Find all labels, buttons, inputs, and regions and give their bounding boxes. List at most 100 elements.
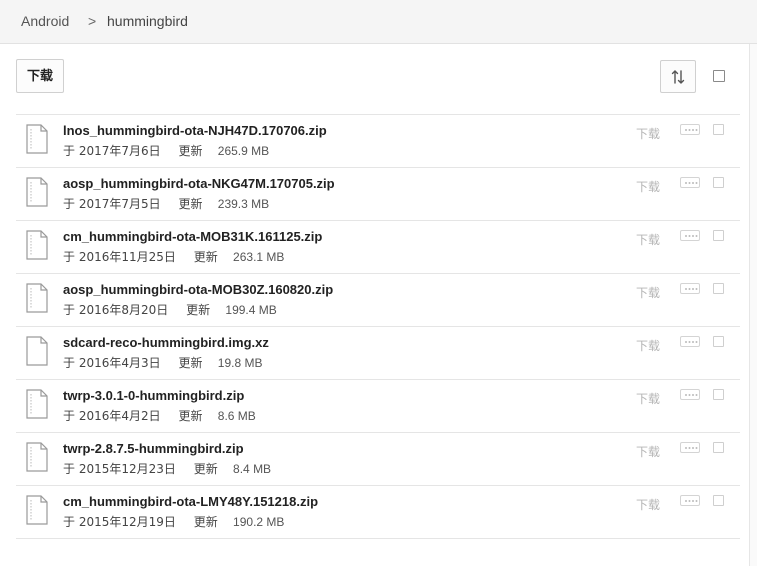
meta-prefix: 于 <box>63 515 76 529</box>
meta-suffix: 更新 <box>193 250 218 264</box>
file-row[interactable]: aosp_hummingbird-ota-NKG47M.170705.zip 于… <box>16 168 740 221</box>
row-more-button[interactable] <box>680 124 700 135</box>
row-checkbox[interactable] <box>713 283 724 294</box>
row-checkbox[interactable] <box>713 124 724 135</box>
file-icon <box>26 389 48 419</box>
meta-suffix: 更新 <box>178 409 203 423</box>
meta-suffix: 更新 <box>193 515 218 529</box>
row-checkbox[interactable] <box>713 336 724 347</box>
file-name-link[interactable]: aosp_hummingbird-ota-MOB30Z.160820.zip <box>63 282 333 297</box>
file-row[interactable]: cm_hummingbird-ota-LMY48Y.151218.zip 于 2… <box>16 486 740 539</box>
meta-suffix: 更新 <box>193 462 218 476</box>
file-meta: 于 2017年7月6日 更新 265.9 MB <box>63 142 269 159</box>
file-meta: 于 2016年11月25日 更新 263.1 MB <box>63 248 284 265</box>
file-meta: 于 2015年12月19日 更新 190.2 MB <box>63 513 284 530</box>
sort-icon <box>671 70 685 84</box>
file-browser-page: Android > hummingbird 下载 lnos_hummingbir… <box>0 0 757 566</box>
row-download-button[interactable]: 下载 <box>636 284 660 301</box>
row-download-button[interactable]: 下载 <box>636 231 660 248</box>
file-date: 2016年4月3日 <box>78 356 161 370</box>
row-more-button[interactable] <box>680 495 700 506</box>
file-size: 8.6 MB <box>217 409 256 423</box>
meta-prefix: 于 <box>63 250 76 264</box>
file-icon <box>26 283 48 313</box>
file-row[interactable]: twrp-3.0.1-0-hummingbird.zip 于 2016年4月2日… <box>16 380 740 433</box>
more-icon <box>685 341 698 343</box>
file-icon <box>26 442 48 472</box>
meta-prefix: 于 <box>63 303 76 317</box>
file-date: 2017年7月6日 <box>78 144 161 158</box>
file-row[interactable]: aosp_hummingbird-ota-MOB30Z.160820.zip 于… <box>16 274 740 327</box>
file-row[interactable]: lnos_hummingbird-ota-NJH47D.170706.zip 于… <box>16 115 740 168</box>
row-more-button[interactable] <box>680 177 700 188</box>
file-list: lnos_hummingbird-ota-NJH47D.170706.zip 于… <box>16 114 740 539</box>
sort-button[interactable] <box>660 60 696 93</box>
meta-suffix: 更新 <box>178 356 203 370</box>
file-name-link[interactable]: aosp_hummingbird-ota-NKG47M.170705.zip <box>63 176 335 191</box>
scrollbar-track[interactable] <box>749 44 757 566</box>
row-more-button[interactable] <box>680 283 700 294</box>
file-size: 263.1 MB <box>233 250 285 264</box>
file-meta: 于 2016年4月2日 更新 8.6 MB <box>63 407 256 424</box>
more-icon <box>685 394 698 396</box>
breadcrumb-current: hummingbird <box>107 13 188 29</box>
meta-prefix: 于 <box>63 197 76 211</box>
file-icon <box>26 177 48 207</box>
file-date: 2016年8月20日 <box>78 303 169 317</box>
row-checkbox[interactable] <box>713 442 724 453</box>
file-name-link[interactable]: cm_hummingbird-ota-LMY48Y.151218.zip <box>63 494 318 509</box>
file-size: 265.9 MB <box>217 144 270 158</box>
file-date: 2016年11月25日 <box>78 250 176 264</box>
more-icon <box>685 288 698 290</box>
meta-prefix: 于 <box>63 409 76 423</box>
row-more-button[interactable] <box>680 442 700 453</box>
file-meta: 于 2016年8月20日 更新 199.4 MB <box>63 301 277 318</box>
file-meta: 于 2017年7月5日 更新 239.3 MB <box>63 195 269 212</box>
row-checkbox[interactable] <box>713 495 724 506</box>
file-size: 8.4 MB <box>233 462 272 476</box>
file-row[interactable]: twrp-2.8.7.5-hummingbird.zip 于 2015年12月2… <box>16 433 740 486</box>
row-download-button[interactable]: 下载 <box>636 496 660 513</box>
row-download-button[interactable]: 下载 <box>636 390 660 407</box>
row-download-button[interactable]: 下载 <box>636 443 660 460</box>
file-size: 19.8 MB <box>217 356 263 370</box>
breadcrumb: Android > hummingbird <box>0 0 757 44</box>
row-checkbox[interactable] <box>713 230 724 241</box>
file-date: 2016年4月2日 <box>78 409 161 423</box>
meta-prefix: 于 <box>63 462 76 476</box>
file-icon <box>26 230 48 260</box>
file-name-link[interactable]: lnos_hummingbird-ota-NJH47D.170706.zip <box>63 123 327 138</box>
meta-prefix: 于 <box>63 144 76 158</box>
file-row[interactable]: sdcard-reco-hummingbird.img.xz 于 2016年4月… <box>16 327 740 380</box>
file-size: 239.3 MB <box>217 197 270 211</box>
file-size: 190.2 MB <box>233 515 285 529</box>
file-size: 199.4 MB <box>225 303 277 317</box>
file-meta: 于 2015年12月23日 更新 8.4 MB <box>63 460 271 477</box>
breadcrumb-root-link[interactable]: Android <box>21 13 69 29</box>
row-download-button[interactable]: 下载 <box>636 178 660 195</box>
file-icon <box>26 124 48 154</box>
more-icon <box>685 235 698 237</box>
file-name-link[interactable]: twrp-3.0.1-0-hummingbird.zip <box>63 388 244 403</box>
row-checkbox[interactable] <box>713 177 724 188</box>
file-name-link[interactable]: sdcard-reco-hummingbird.img.xz <box>63 335 269 350</box>
row-download-button[interactable]: 下载 <box>636 125 660 142</box>
file-row[interactable]: cm_hummingbird-ota-MOB31K.161125.zip 于 2… <box>16 221 740 274</box>
row-checkbox[interactable] <box>713 389 724 400</box>
row-more-button[interactable] <box>680 230 700 241</box>
row-download-button[interactable]: 下载 <box>636 337 660 354</box>
file-name-link[interactable]: cm_hummingbird-ota-MOB31K.161125.zip <box>63 229 322 244</box>
more-icon <box>685 447 698 449</box>
select-all-checkbox[interactable] <box>713 70 725 82</box>
meta-suffix: 更新 <box>178 144 203 158</box>
download-button[interactable]: 下载 <box>16 59 64 93</box>
file-name-link[interactable]: twrp-2.8.7.5-hummingbird.zip <box>63 441 244 456</box>
more-icon <box>685 182 698 184</box>
meta-suffix: 更新 <box>178 197 203 211</box>
row-more-button[interactable] <box>680 389 700 400</box>
meta-prefix: 于 <box>63 356 76 370</box>
row-more-button[interactable] <box>680 336 700 347</box>
file-date: 2015年12月19日 <box>78 515 176 529</box>
file-meta: 于 2016年4月3日 更新 19.8 MB <box>63 354 262 371</box>
file-icon <box>26 336 48 366</box>
